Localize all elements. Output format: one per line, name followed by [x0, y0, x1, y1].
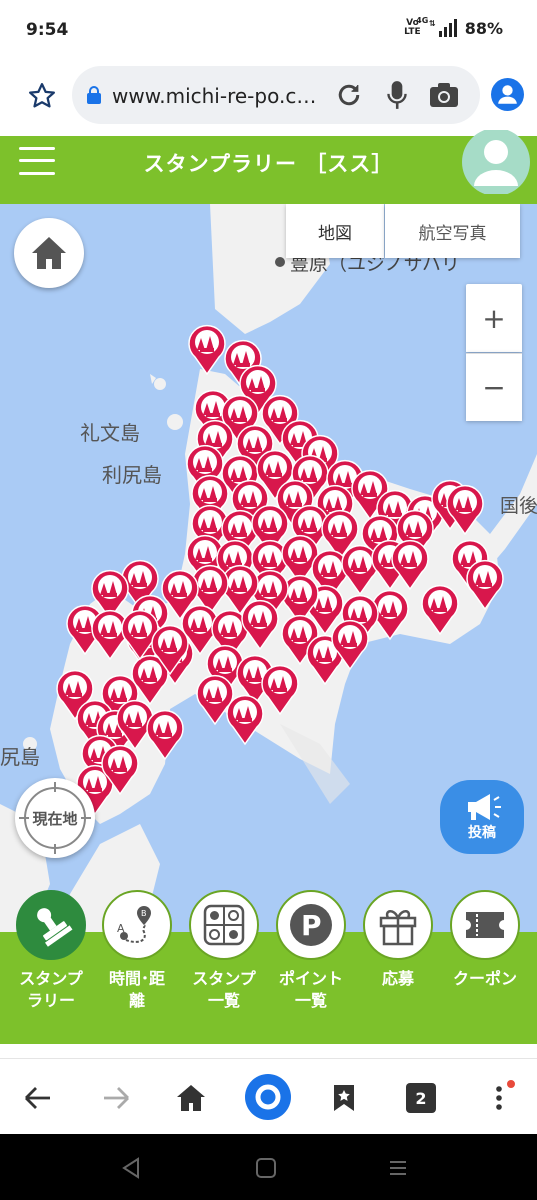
rebun-island — [154, 378, 166, 390]
nav-label-point-list: ポイント 一覧 — [278, 969, 343, 1010]
nav-label-stamp-rally: スタンプ ラリー — [19, 969, 83, 1010]
more-menu-icon[interactable] — [490, 1079, 520, 1115]
browser-bottom-bar: 2 — [0, 1058, 537, 1134]
system-home-icon[interactable] — [254, 1156, 278, 1180]
lock-icon — [87, 86, 101, 104]
camera-icon[interactable] — [429, 81, 459, 109]
map-label-rishiri: 利尻島 — [102, 464, 162, 487]
current-location-button[interactable]: 現在地 — [15, 778, 95, 858]
user-avatar[interactable] — [458, 130, 534, 194]
current-location-label: 現在地 — [32, 809, 78, 828]
tab-switcher-button[interactable]: 2 — [406, 1083, 436, 1113]
svg-text:⇅: ⇅ — [429, 19, 436, 28]
parking-point-icon: P — [290, 904, 332, 946]
status-time: 9:54 — [26, 20, 69, 40]
microphone-icon[interactable] — [384, 79, 410, 111]
stamp-marker-icon[interactable] — [226, 694, 264, 746]
nav-stamp-list[interactable]: スタンプ 一覧 — [181, 890, 267, 1012]
stamp-icon — [37, 908, 73, 947]
ticket-icon — [466, 912, 504, 938]
status-bar: 9:54 Vo LTE ⇅ 4G 88% — [0, 0, 537, 62]
nav-coupon[interactable]: クーポン — [442, 890, 528, 990]
nav-label-coupon: クーポン — [452, 969, 517, 988]
rishiri-island — [167, 414, 183, 430]
svg-text:A: A — [117, 922, 125, 935]
forward-arrow-icon[interactable] — [100, 1084, 132, 1112]
route-icon: B A — [117, 906, 151, 943]
nav-label-time-distance: 時間･距 離 — [108, 969, 165, 1010]
nav-time-distance[interactable]: B A 時間･距 離 — [94, 890, 180, 1012]
post-label: 投稿 — [468, 825, 496, 841]
nav-label-apply: 応募 — [381, 969, 414, 988]
network-type: 4G — [416, 16, 429, 25]
system-recents-icon[interactable] — [386, 1156, 410, 1180]
svg-text:B: B — [141, 909, 147, 918]
reload-icon[interactable] — [334, 80, 364, 110]
nav-label-stamp-list: スタンプ 一覧 — [192, 969, 256, 1010]
system-nav-bar — [0, 1134, 537, 1200]
tab-satellite[interactable]: 航空写真 — [385, 204, 520, 258]
map-label-okushiri: 尻島 — [0, 746, 40, 769]
house-icon — [32, 237, 66, 269]
bookmarks-icon[interactable] — [332, 1083, 356, 1113]
signal-icon: ⇅ — [429, 19, 457, 37]
system-back-icon[interactable] — [120, 1156, 142, 1180]
browser-home-icon[interactable] — [175, 1083, 207, 1113]
tab-count: 2 — [415, 1088, 427, 1108]
map-label-rebun: 礼文島 — [80, 422, 140, 445]
svg-text:P: P — [301, 909, 322, 942]
nav-stamp-rally[interactable]: スタンプ ラリー — [8, 890, 94, 1012]
map-label-kunashiri: 国後 — [500, 495, 537, 517]
megaphone-icon — [468, 794, 501, 820]
grid-list-icon — [203, 904, 245, 946]
browser-main-icon[interactable] — [244, 1073, 292, 1121]
app-header: スタンプラリー ［スス］ — [0, 130, 537, 204]
battery-level: 88% — [464, 18, 503, 38]
back-arrow-icon[interactable] — [22, 1084, 54, 1112]
city-dot — [275, 257, 285, 267]
nav-apply[interactable]: 応募 — [355, 890, 441, 990]
tab-map[interactable]: 地図 — [286, 204, 384, 258]
map-view[interactable]: 豊原（ユジノサハリ 礼文島 利尻島 国後 尻島 地図 航空写真 + − 現在地 — [0, 204, 537, 932]
page-title: スタンプラリー ［スス］ — [143, 152, 394, 176]
profile-avatar-icon[interactable] — [491, 78, 524, 111]
zoom-in-button[interactable]: + — [466, 284, 522, 352]
zoom-out-button[interactable]: − — [466, 353, 522, 421]
home-map-button[interactable] — [14, 218, 84, 288]
nav-point-list[interactable]: P ポイント 一覧 — [268, 890, 354, 1012]
address-bar[interactable]: www.michi-re-po.c… — [72, 66, 480, 124]
browser-toolbar: www.michi-re-po.c… — [0, 62, 537, 136]
stamp-marker-icon[interactable] — [188, 324, 226, 376]
url-text: www.michi-re-po.c… — [112, 84, 317, 108]
bookmark-star-icon[interactable] — [27, 81, 57, 111]
gift-icon — [379, 910, 417, 946]
bottom-nav: スタンプ ラリー B A 時間･距 離 スタンプ 一覧 P ポイント 一覧 応募… — [0, 890, 537, 1044]
post-button[interactable]: 投稿 — [440, 780, 524, 854]
